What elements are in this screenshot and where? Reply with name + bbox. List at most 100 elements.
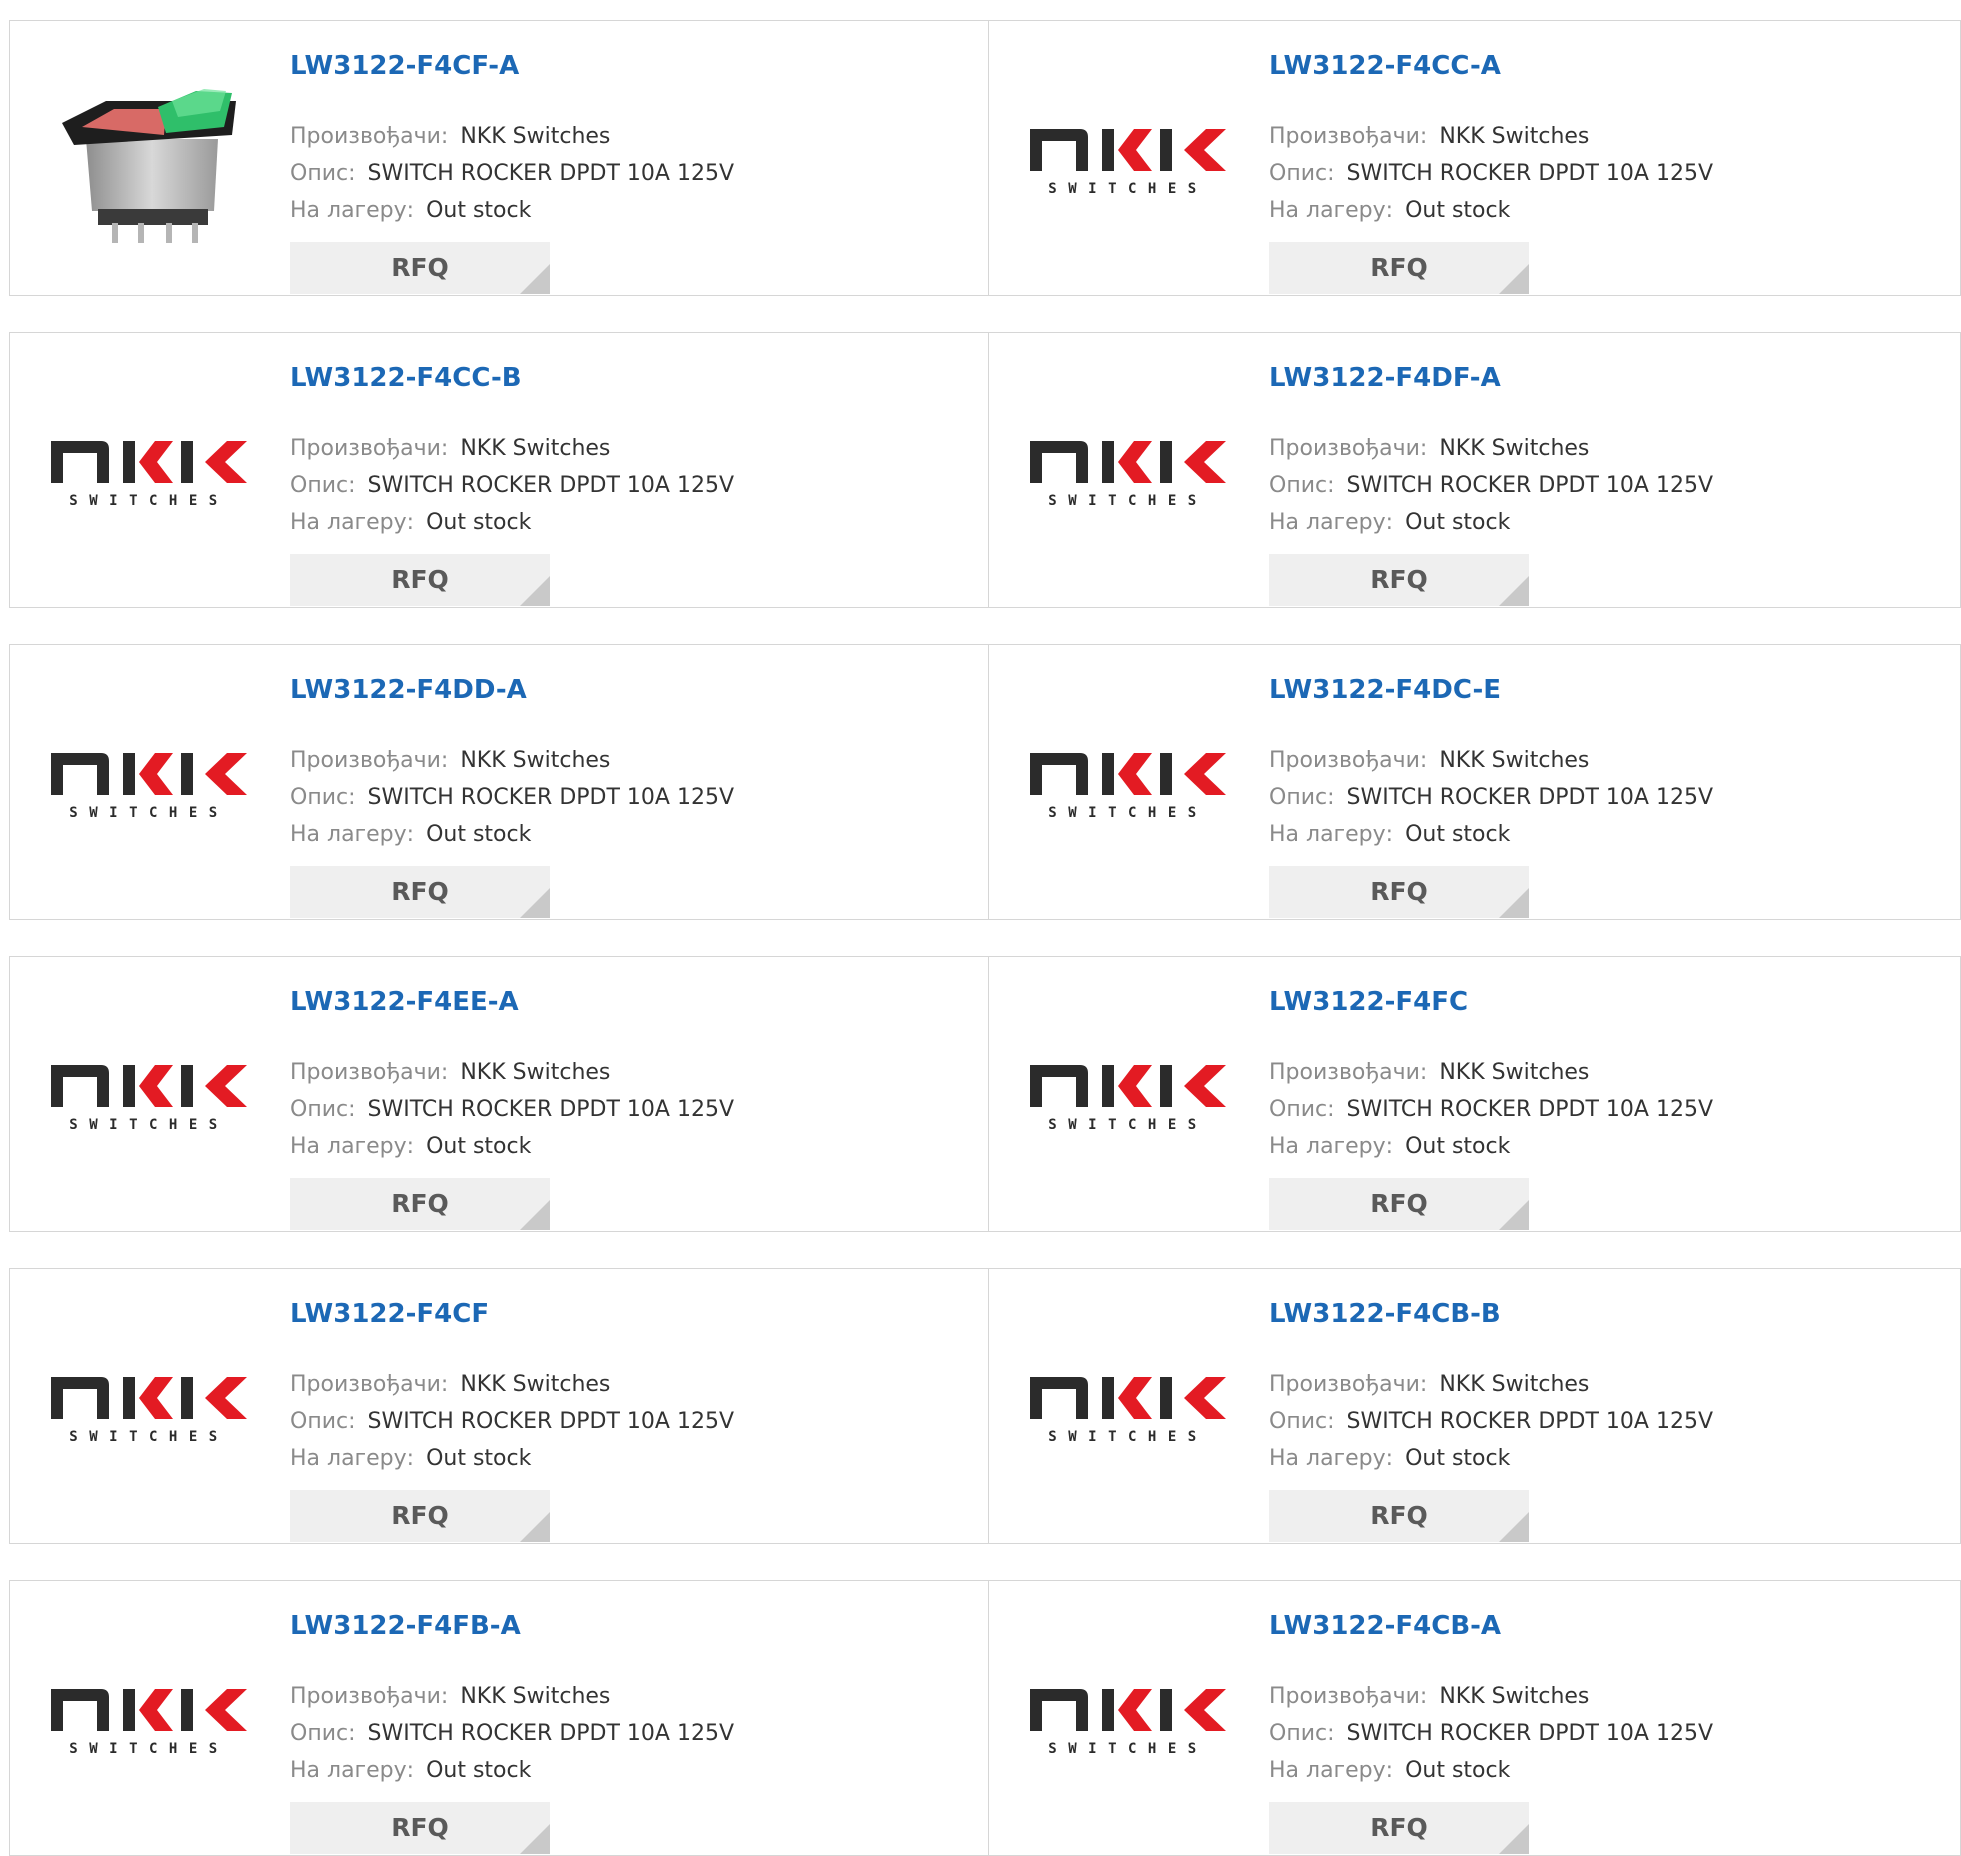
- product-card: SWITCHES LW3122-F4CC-B Произвођачи: NKK Swi…: [10, 333, 988, 607]
- logo-switches-text: SWITCHES: [1048, 1117, 1207, 1133]
- product-part-number-link[interactable]: LW3122-F4DC-E: [1269, 675, 1501, 705]
- corner-triangle-icon: [520, 1824, 550, 1854]
- manufacturer-label: Произвођачи:: [1269, 1372, 1428, 1397]
- product-part-number-link[interactable]: LW3122-F4CB-A: [1269, 1611, 1501, 1641]
- product-thumbnail[interactable]: SWITCHES: [49, 1621, 249, 1821]
- rfq-button[interactable]: RFQ: [290, 866, 550, 918]
- product-row: SWITCHES LW3122-F4CF Произвођачи: NKK Switc…: [9, 1268, 1961, 1544]
- product-stock-line: На лагеру: Out stock: [290, 822, 531, 847]
- stock-value: Out stock: [1405, 198, 1511, 223]
- product-thumbnail[interactable]: SWITCHES: [1028, 1309, 1228, 1509]
- description-label: Опис:: [1269, 473, 1335, 498]
- product-thumbnail[interactable]: [49, 61, 249, 261]
- product-manufacturer-line: Произвођачи: NKK Switches: [290, 1684, 610, 1709]
- product-card: SWITCHES LW3122-F4CF Произвођачи: NKK Switc…: [10, 1269, 988, 1543]
- stock-value: Out stock: [1405, 510, 1511, 535]
- description-value: SWITCH ROCKER DPDT 10A 125V: [367, 161, 734, 186]
- product-manufacturer-line: Произвођачи: NKK Switches: [290, 748, 610, 773]
- manufacturer-value: NKK Switches: [1439, 748, 1590, 773]
- rfq-button-label: RFQ: [391, 1501, 449, 1530]
- manufacturer-value: NKK Switches: [460, 748, 611, 773]
- product-thumbnail[interactable]: SWITCHES: [49, 1309, 249, 1509]
- product-part-number-link[interactable]: LW3122-F4FC: [1269, 987, 1468, 1017]
- manufacturer-label: Произвођачи:: [290, 1684, 449, 1709]
- rfq-button[interactable]: RFQ: [1269, 1490, 1529, 1542]
- product-row: SWITCHES LW3122-F4DD-A Произвођачи: NKK Swi…: [9, 644, 1961, 920]
- rfq-button-label: RFQ: [1370, 1189, 1428, 1218]
- rfq-button[interactable]: RFQ: [1269, 242, 1529, 294]
- rfq-button[interactable]: RFQ: [1269, 1802, 1529, 1854]
- product-part-number-link[interactable]: LW3122-F4DD-A: [290, 675, 527, 705]
- description-label: Опис:: [1269, 161, 1335, 186]
- product-manufacturer-line: Произвођачи: NKK Switches: [1269, 1684, 1589, 1709]
- rfq-button[interactable]: RFQ: [290, 1802, 550, 1854]
- product-stock-line: На лагеру: Out stock: [1269, 1134, 1510, 1159]
- nkk-logo-icon: SWITCHES: [51, 1377, 247, 1445]
- product-part-number-link[interactable]: LW3122-F4CC-A: [1269, 51, 1501, 81]
- product-description-line: Опис: SWITCH ROCKER DPDT 10A 125V: [1269, 1721, 1713, 1746]
- manufacturer-value: NKK Switches: [1439, 1684, 1590, 1709]
- corner-triangle-icon: [1499, 576, 1529, 606]
- description-label: Опис:: [290, 1097, 356, 1122]
- product-manufacturer-line: Произвођачи: NKK Switches: [290, 124, 610, 149]
- product-part-number-link[interactable]: LW3122-F4DF-A: [1269, 363, 1501, 393]
- logo-switches-text: SWITCHES: [1048, 181, 1207, 197]
- product-card: SWITCHES LW3122-F4DF-A Произвођачи: NKK Swi…: [989, 333, 1961, 607]
- corner-triangle-icon: [1499, 1512, 1529, 1542]
- corner-triangle-icon: [520, 888, 550, 918]
- manufacturer-value: NKK Switches: [460, 1684, 611, 1709]
- stock-value: Out stock: [426, 1134, 532, 1159]
- description-value: SWITCH ROCKER DPDT 10A 125V: [367, 785, 734, 810]
- manufacturer-value: NKK Switches: [460, 436, 611, 461]
- product-manufacturer-line: Произвођачи: NKK Switches: [1269, 748, 1589, 773]
- product-part-number-link[interactable]: LW3122-F4FB-A: [290, 1611, 521, 1641]
- product-thumbnail[interactable]: SWITCHES: [1028, 1621, 1228, 1821]
- product-stock-line: На лагеру: Out stock: [1269, 1758, 1510, 1783]
- product-description-line: Опис: SWITCH ROCKER DPDT 10A 125V: [1269, 1097, 1713, 1122]
- product-part-number-link[interactable]: LW3122-F4CC-B: [290, 363, 522, 393]
- rfq-button[interactable]: RFQ: [290, 554, 550, 606]
- corner-triangle-icon: [1499, 1824, 1529, 1854]
- rfq-button-label: RFQ: [391, 877, 449, 906]
- manufacturer-value: NKK Switches: [1439, 436, 1590, 461]
- rfq-button[interactable]: RFQ: [290, 242, 550, 294]
- description-value: SWITCH ROCKER DPDT 10A 125V: [1346, 1409, 1713, 1434]
- product-row: LW3122-F4CF-A Произвођачи: NKK Switches Опи…: [9, 20, 1961, 296]
- rfq-button-label: RFQ: [1370, 253, 1428, 282]
- stock-value: Out stock: [426, 510, 532, 535]
- product-description-line: Опис: SWITCH ROCKER DPDT 10A 125V: [290, 785, 734, 810]
- product-card: LW3122-F4CF-A Произвођачи: NKK Switches Опи…: [10, 21, 988, 295]
- corner-triangle-icon: [520, 1200, 550, 1230]
- logo-switches-text: SWITCHES: [69, 805, 228, 821]
- corner-triangle-icon: [1499, 1200, 1529, 1230]
- nkk-logo-icon: SWITCHES: [1030, 753, 1226, 821]
- product-description-line: Опис: SWITCH ROCKER DPDT 10A 125V: [290, 473, 734, 498]
- product-thumbnail[interactable]: SWITCHES: [1028, 997, 1228, 1197]
- stock-label: На лагеру:: [1269, 1134, 1394, 1159]
- rfq-button[interactable]: RFQ: [1269, 554, 1529, 606]
- product-thumbnail[interactable]: SWITCHES: [49, 373, 249, 573]
- manufacturer-label: Произвођачи:: [290, 436, 449, 461]
- product-description-line: Опис: SWITCH ROCKER DPDT 10A 125V: [1269, 1409, 1713, 1434]
- product-part-number-link[interactable]: LW3122-F4CB-B: [1269, 1299, 1501, 1329]
- product-part-number-link[interactable]: LW3122-F4CF-A: [290, 51, 519, 81]
- stock-label: На лагеру:: [290, 1134, 415, 1159]
- rfq-button[interactable]: RFQ: [290, 1490, 550, 1542]
- rfq-button[interactable]: RFQ: [290, 1178, 550, 1230]
- description-value: SWITCH ROCKER DPDT 10A 125V: [367, 1409, 734, 1434]
- corner-triangle-icon: [520, 1512, 550, 1542]
- product-thumbnail[interactable]: SWITCHES: [49, 997, 249, 1197]
- product-part-number-link[interactable]: LW3122-F4CF: [290, 1299, 489, 1329]
- nkk-logo-icon: SWITCHES: [51, 441, 247, 509]
- product-thumbnail[interactable]: SWITCHES: [1028, 373, 1228, 573]
- nkk-logo-icon: SWITCHES: [51, 753, 247, 821]
- product-thumbnail[interactable]: SWITCHES: [1028, 685, 1228, 885]
- product-stock-line: На лагеру: Out stock: [290, 198, 531, 223]
- rfq-button[interactable]: RFQ: [1269, 1178, 1529, 1230]
- rfq-button[interactable]: RFQ: [1269, 866, 1529, 918]
- product-part-number-link[interactable]: LW3122-F4EE-A: [290, 987, 519, 1017]
- product-thumbnail[interactable]: SWITCHES: [1028, 61, 1228, 261]
- rfq-button-label: RFQ: [1370, 565, 1428, 594]
- manufacturer-label: Произвођачи:: [290, 748, 449, 773]
- product-thumbnail[interactable]: SWITCHES: [49, 685, 249, 885]
